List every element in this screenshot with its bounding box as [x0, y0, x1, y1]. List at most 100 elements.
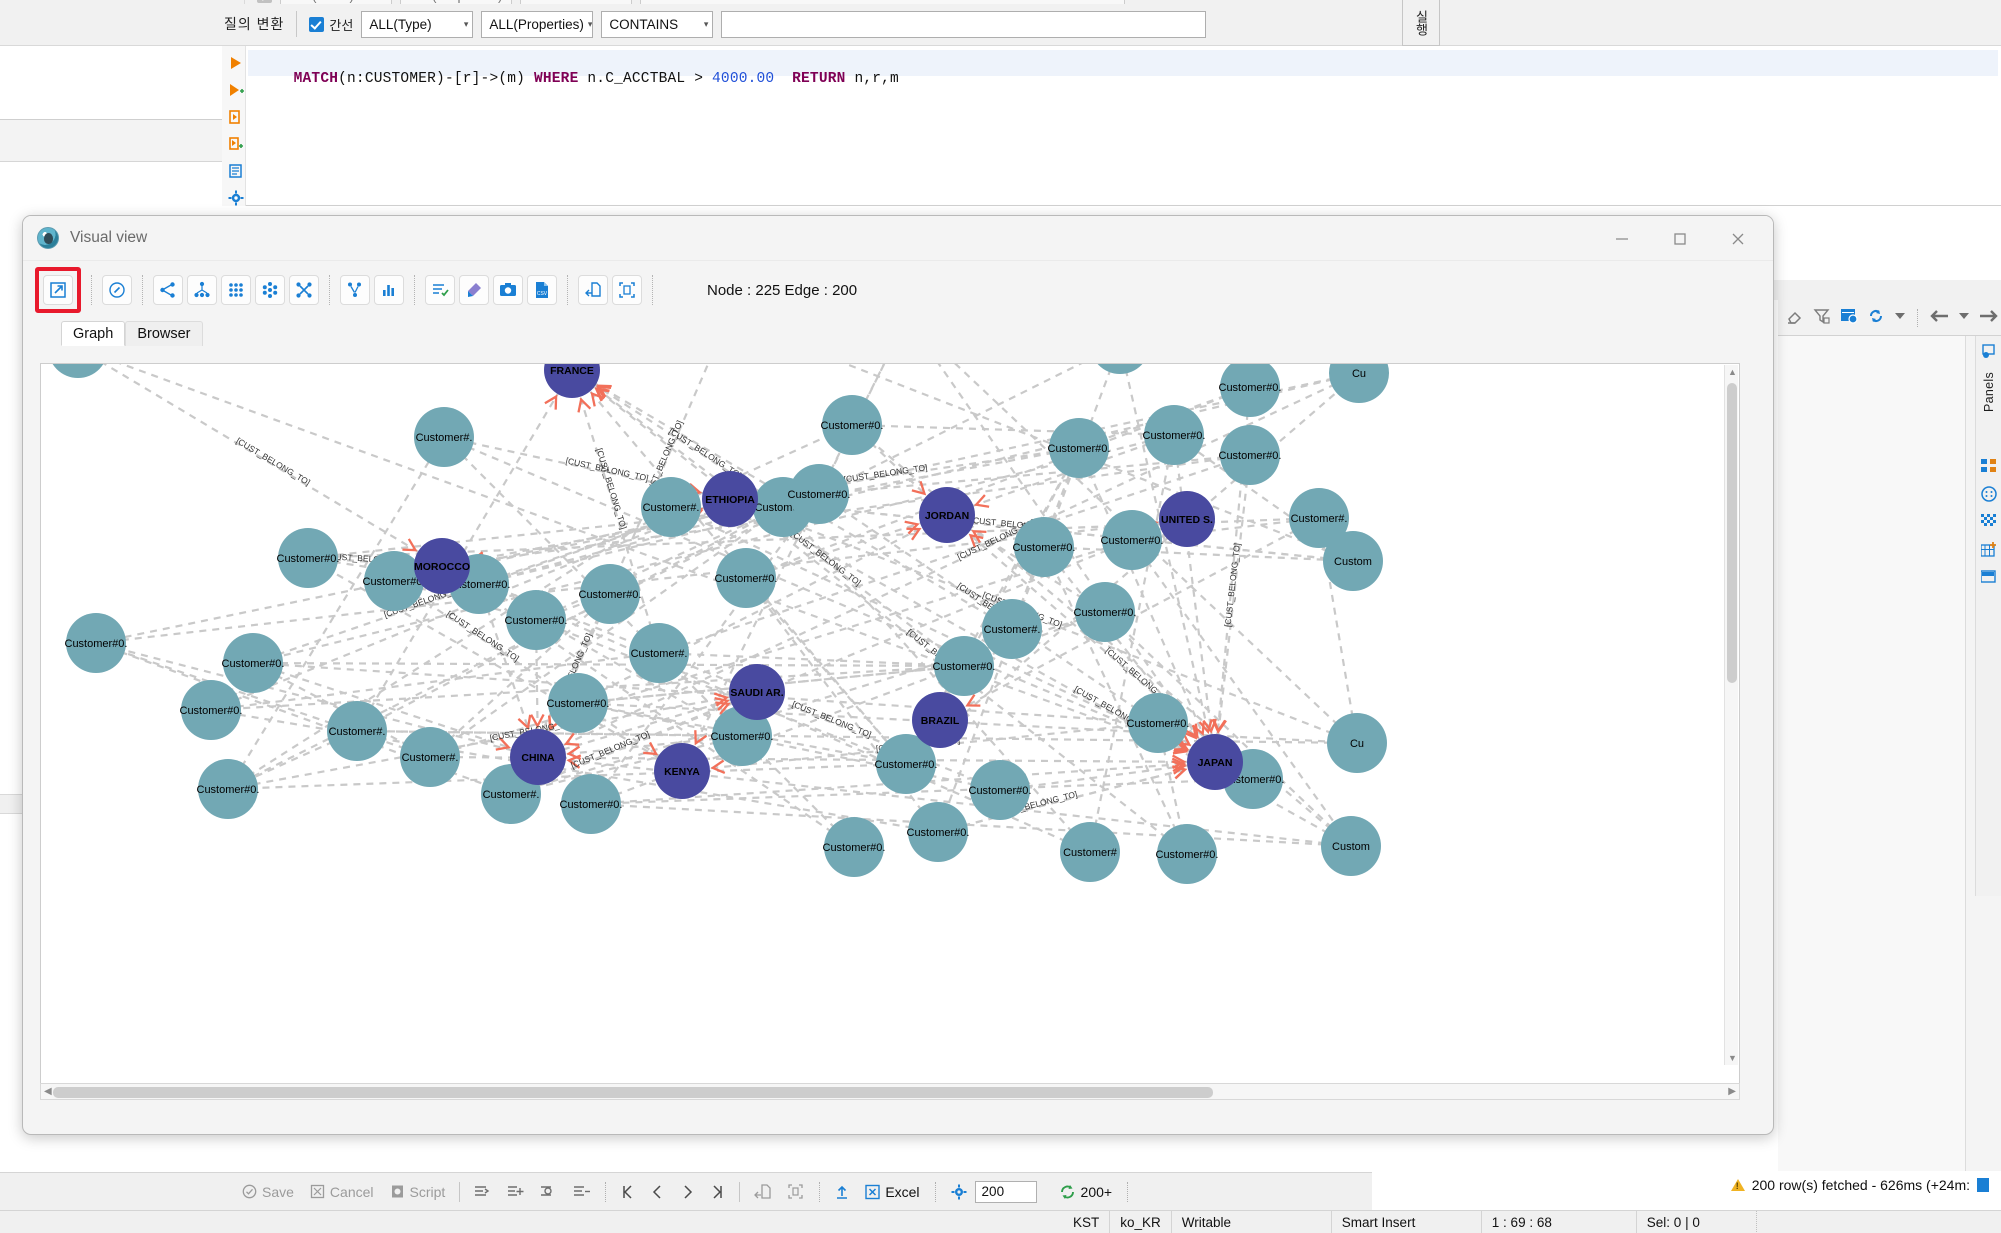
fit-columns-icon[interactable]	[779, 1184, 812, 1199]
back-arrow-icon[interactable]	[1929, 309, 1949, 326]
camera-icon[interactable]	[493, 275, 523, 305]
edit-row-icon[interactable]	[532, 1184, 565, 1199]
code-keyword-where: WHERE	[533, 71, 579, 87]
csv-export-icon[interactable]: CSV	[527, 275, 557, 305]
circular-layout-icon[interactable]	[255, 275, 285, 305]
filter-value-input[interactable]	[721, 10, 1207, 38]
filter-icon[interactable]	[1813, 307, 1831, 328]
share-graph-icon[interactable]	[153, 275, 183, 305]
forward-arrow-icon[interactable]	[1979, 309, 1999, 326]
visual-view-tabs[interactable]: Graph Browser	[23, 319, 1773, 346]
upload-icon[interactable]	[827, 1184, 857, 1200]
query-toolbar-ghost-row: x ALL(Label)▾ ALL(Properties)▾ CONTAINS▾	[224, 0, 1125, 4]
scroll-left-icon[interactable]: ◀	[44, 1086, 52, 1097]
maximize-icon[interactable]	[1651, 216, 1709, 261]
panels-rail[interactable]: Panels	[1975, 336, 2001, 896]
hierarchy-icon[interactable]	[187, 275, 217, 305]
run-script-new-tab-icon[interactable]	[228, 82, 246, 100]
split-view-icon[interactable]	[1979, 570, 1997, 586]
next-page-icon[interactable]	[673, 1184, 703, 1200]
code-pattern: (n:CUSTOMER)-[r]->(m)	[338, 71, 534, 87]
scroll-up-icon[interactable]: ▲	[1728, 367, 1737, 377]
horizontal-scroll-thumb[interactable]	[53, 1087, 1213, 1098]
remove-row-icon[interactable]	[565, 1184, 598, 1199]
visual-view-titlebar[interactable]: Visual view	[23, 216, 1773, 261]
graph-vertical-scrollbar[interactable]: ▲ ▼	[1724, 365, 1738, 1065]
tab-graph[interactable]: Graph	[61, 321, 126, 346]
run-script-icon[interactable]	[228, 55, 246, 73]
scroll-right-icon[interactable]: ▶	[1728, 1086, 1736, 1097]
export-rows-icon[interactable]	[746, 1184, 779, 1199]
tree-layout-icon[interactable]	[340, 275, 370, 305]
grid-layout-icon[interactable]	[221, 275, 251, 305]
row-count-input[interactable]: 200	[974, 1180, 1037, 1203]
graph-svg[interactable]: [CUST_BELONG_TO] [CUST_BELONG_TO] [CUST_BE…	[41, 364, 1740, 1096]
grid-view-icon[interactable]	[1980, 514, 1997, 530]
cancel-button[interactable]: Cancel	[302, 1184, 382, 1200]
table-settings-icon[interactable]	[1840, 307, 1858, 328]
commit-icon[interactable]	[466, 1184, 499, 1199]
svg-text:Customer#0.: Customer#0.	[788, 489, 851, 501]
eraser-icon[interactable]	[1786, 307, 1804, 328]
query-transform-label: 질의 변환	[224, 16, 285, 32]
svg-text:Customer#0.: Customer#0.	[969, 785, 1032, 797]
type-select[interactable]: ALL(Type) ▾	[361, 10, 474, 38]
script-icon	[391, 1185, 403, 1198]
editor-action-rail[interactable]	[224, 55, 250, 250]
execute-statement-icon[interactable]	[228, 109, 246, 127]
graph-horizontal-scrollbar[interactable]: ◀ ▶	[40, 1083, 1740, 1100]
svg-text:Custom: Custom	[1334, 556, 1372, 568]
add-column-icon[interactable]	[1979, 542, 1997, 558]
run-query-button[interactable]: 실행	[1402, 0, 1440, 46]
first-page-icon[interactable]	[613, 1184, 643, 1200]
minimize-icon[interactable]	[1593, 216, 1651, 261]
result-toolbar[interactable]: Save Cancel Script Excel 200 200+	[222, 1172, 1372, 1210]
fetch-more-button[interactable]: 200+	[1051, 1184, 1121, 1200]
last-page-icon[interactable]	[703, 1184, 733, 1200]
checklist-icon[interactable]	[425, 275, 455, 305]
save-button[interactable]: Save	[234, 1184, 302, 1200]
svg-text:Customer#0.: Customer#0.	[222, 658, 285, 670]
node-edge-status: Node : 225 Edge : 200	[707, 281, 858, 299]
panels-toggle-icon[interactable]	[1981, 344, 1997, 360]
graph-canvas[interactable]: [CUST_BELONG_TO] [CUST_BELONG_TO] [CUST_BE…	[40, 363, 1740, 1096]
script-log-icon[interactable]	[228, 163, 246, 181]
highlighter-icon[interactable]	[459, 275, 489, 305]
gear-icon[interactable]	[228, 190, 246, 208]
bar-chart-icon[interactable]	[374, 275, 404, 305]
svg-text:Custom: Custom	[1332, 841, 1370, 853]
add-row-icon[interactable]	[499, 1184, 532, 1199]
execute-new-icon[interactable]	[228, 136, 246, 154]
properties-select[interactable]: ALL(Properties) ▾	[481, 10, 594, 38]
scroll-down-icon[interactable]: ▼	[1728, 1053, 1737, 1063]
sql-editor[interactable]: MATCH(n:CUSTOMER)-[r]->(m) WHERE n.C_ACC…	[222, 46, 2001, 206]
open-external-icon[interactable]	[43, 275, 73, 305]
prev-page-icon[interactable]	[643, 1184, 673, 1200]
script-button[interactable]: Script	[382, 1184, 454, 1200]
cancel-icon	[310, 1184, 325, 1199]
svg-text:Customer#0.: Customer#0.	[933, 661, 996, 673]
status-caret-position: 1 : 69 : 68	[1482, 1210, 1637, 1233]
save-icon	[242, 1184, 257, 1199]
checkbox-checked-icon	[309, 16, 325, 32]
close-icon[interactable]	[1709, 216, 1767, 261]
operator-select[interactable]: CONTAINS ▾	[601, 10, 714, 38]
refresh-icon[interactable]	[1867, 307, 1885, 328]
data-grid-icon[interactable]	[1980, 458, 1997, 474]
excel-export-icon[interactable]: Excel	[857, 1184, 927, 1200]
svg-text:[CUST_BELONG_TO]: [CUST_BELONG_TO]	[234, 435, 312, 487]
fit-to-screen-icon[interactable]	[612, 275, 642, 305]
refresh-dropdown-icon[interactable]	[1894, 310, 1906, 325]
window-controls[interactable]	[1593, 216, 1767, 261]
edge-checkbox[interactable]: 간선	[309, 15, 353, 34]
compass-icon[interactable]	[102, 275, 132, 305]
tab-browser[interactable]: Browser	[125, 321, 203, 346]
import-file-icon[interactable]	[578, 275, 608, 305]
vertical-scroll-thumb[interactable]	[1727, 383, 1737, 683]
row-settings-icon[interactable]	[943, 1184, 975, 1200]
force-layout-icon[interactable]	[289, 275, 319, 305]
svg-text:Customer#0.: Customer#0.	[821, 420, 884, 432]
object-browser-icon[interactable]	[1980, 486, 1997, 502]
visual-view-toolbar[interactable]: CSV Node : 225 Edge : 200	[23, 261, 1773, 319]
back-dropdown-icon[interactable]	[1958, 310, 1970, 325]
